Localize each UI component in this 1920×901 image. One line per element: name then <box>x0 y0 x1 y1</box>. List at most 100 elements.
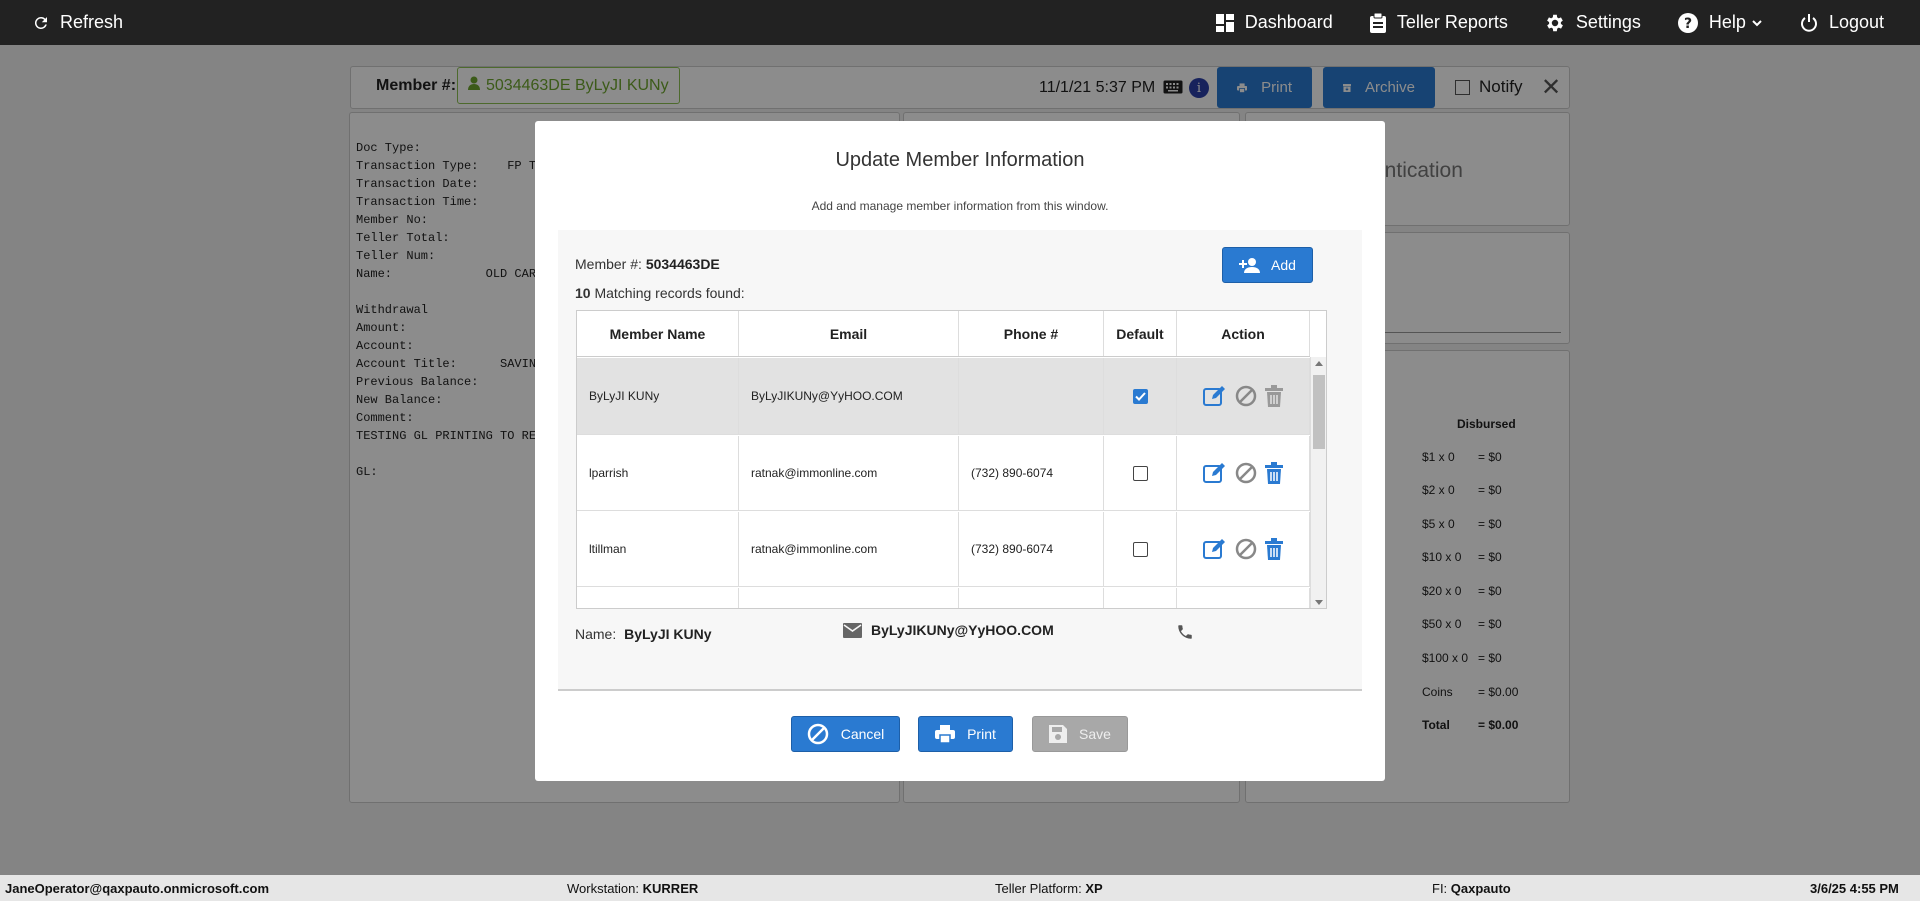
scroll-up-arrow-icon[interactable] <box>1315 361 1323 366</box>
save-button[interactable]: Save <box>1032 716 1128 752</box>
nav-teller-reports-label: Teller Reports <box>1396 12 1508 32</box>
svg-text:?: ? <box>1684 16 1692 32</box>
ban-icon[interactable] <box>1235 462 1257 484</box>
nav-dashboard[interactable]: Dashboard <box>1215 12 1333 33</box>
edit-icon[interactable] <box>1203 385 1227 407</box>
cell-phone <box>959 588 1104 608</box>
main-nav: Dashboard Teller Reports Settings ? Help… <box>1215 0 1920 45</box>
nav-settings[interactable]: Settings <box>1544 12 1641 34</box>
match-count: 10 <box>575 285 591 301</box>
user-email: JaneOperator@qaxpauto.onmicrosoft.com <box>5 881 270 896</box>
print-button[interactable]: Print <box>918 716 1013 752</box>
add-label: Add <box>1271 257 1296 273</box>
status-workstation: Workstation: KURRER <box>567 881 698 896</box>
modal-title: Update Member Information <box>835 149 1085 171</box>
nav-dashboard-label: Dashboard <box>1244 12 1333 32</box>
help-icon: ? <box>1677 12 1698 33</box>
table-row[interactable]: lparrish ratnak@immonline.com (732) 890-… <box>577 436 1310 511</box>
member-number: Member #: 5034463DE <box>575 256 720 272</box>
cell-actions <box>1177 436 1310 510</box>
name-label: Name: <box>575 626 617 642</box>
cell-phone: (732) 890-6074 <box>959 436 1104 510</box>
fi-value: Qaxpauto <box>1450 881 1511 896</box>
status-datetime-value: 3/6/25 4:55 PM <box>1810 881 1899 896</box>
platform-value: XP <box>1085 881 1103 896</box>
member-records-table: Member Name Email Phone # Default Action… <box>576 310 1327 609</box>
status-user: JaneOperator@qaxpauto.onmicrosoft.com <box>5 881 269 896</box>
ban-icon <box>807 723 828 745</box>
cell-member-name <box>577 588 739 608</box>
cell-actions <box>1177 358 1310 434</box>
ban-icon[interactable] <box>1235 538 1257 560</box>
clipboard-icon <box>1369 12 1386 33</box>
cell-phone: (732) 890-6074 <box>959 512 1104 586</box>
refresh-label: Refresh <box>60 12 124 32</box>
cell-default <box>1104 358 1177 434</box>
scroll-down-arrow-icon[interactable] <box>1315 600 1323 605</box>
add-user-icon <box>1239 258 1261 273</box>
workstation-value: KURRER <box>642 881 699 896</box>
cancel-button[interactable]: Cancel <box>791 716 900 752</box>
nav-settings-label: Settings <box>1575 12 1641 32</box>
cell-phone <box>959 358 1104 434</box>
workstation-label: Workstation: <box>567 881 640 896</box>
print-label: Print <box>967 726 996 742</box>
modal-subtitle: Add and manage member information from t… <box>811 199 1109 213</box>
cell-member-name: ByLyJI KUNy <box>577 358 739 434</box>
nav-help-label: Help <box>1708 12 1746 32</box>
name-value: ByLyJI KUNy <box>624 626 712 642</box>
cell-actions <box>1177 512 1310 586</box>
status-fi: FI: Qaxpauto <box>1432 881 1511 896</box>
status-bar: JaneOperator@qaxpauto.onmicrosoft.com Wo… <box>0 875 1920 901</box>
default-checkbox[interactable] <box>1132 541 1148 557</box>
cell-default <box>1104 588 1177 608</box>
table-scrollbar[interactable] <box>1310 357 1326 608</box>
column-header-default[interactable]: Default <box>1104 311 1177 356</box>
table-row[interactable]: ByLyJI KUNy ByLyJIKUNy@YyHOO.COM <box>577 358 1310 435</box>
table-row[interactable]: ltillman ratnak@immonline.com (732) 890-… <box>577 512 1310 587</box>
cell-member-name: ltillman <box>577 512 739 586</box>
fi-label: FI: <box>1432 881 1448 896</box>
trash-icon <box>1265 385 1283 407</box>
add-member-button[interactable]: Add <box>1222 247 1313 283</box>
cell-email <box>739 588 959 608</box>
save-label: Save <box>1079 726 1111 742</box>
member-number-value: 5034463DE <box>645 256 720 272</box>
trash-icon[interactable] <box>1265 462 1283 484</box>
selected-member-name: Name: ByLyJI KUNy <box>575 626 712 642</box>
column-header-phone[interactable]: Phone # <box>959 311 1104 356</box>
edit-icon[interactable] <box>1203 538 1227 560</box>
column-header-member-name[interactable]: Member Name <box>577 311 739 356</box>
cell-email: ByLyJIKUNy@YyHOO.COM <box>739 358 959 434</box>
cell-member-name: lparrish <box>577 436 739 510</box>
ban-icon[interactable] <box>1235 385 1257 407</box>
gear-icon <box>1546 14 1563 31</box>
column-header-action: Action <box>1177 311 1310 356</box>
cell-actions <box>1177 588 1310 608</box>
nav-logout[interactable]: Logout <box>1799 12 1884 33</box>
default-checkbox[interactable] <box>1132 465 1148 481</box>
dashboard-icon <box>1215 13 1234 32</box>
nav-logout-label: Logout <box>1828 12 1884 32</box>
cell-email: ratnak@immonline.com <box>739 436 959 510</box>
member-number-label: Member #: <box>575 256 642 272</box>
nav-teller-reports[interactable]: Teller Reports <box>1369 12 1508 33</box>
nav-help[interactable]: ? Help <box>1677 12 1763 34</box>
floppy-disk-icon <box>1049 725 1068 743</box>
cell-default <box>1104 512 1177 586</box>
power-icon <box>1800 13 1817 32</box>
cell-default <box>1104 436 1177 510</box>
trash-icon[interactable] <box>1265 538 1283 560</box>
match-text: Matching records found: <box>594 285 745 301</box>
refresh-button[interactable]: Refresh <box>32 0 123 45</box>
table-header: Member Name Email Phone # Default Action <box>577 311 1310 357</box>
scroll-thumb[interactable] <box>1313 375 1325 449</box>
printer-icon <box>935 725 956 743</box>
cell-email: ratnak@immonline.com <box>739 512 959 586</box>
edit-icon[interactable] <box>1203 462 1227 484</box>
column-header-email[interactable]: Email <box>739 311 959 356</box>
chevron-down-icon <box>1752 19 1762 26</box>
selected-member-email: ByLyJIKUNy@YyHOO.COM <box>843 622 1054 638</box>
table-row[interactable] <box>577 588 1310 608</box>
default-checkbox[interactable] <box>1132 388 1148 404</box>
